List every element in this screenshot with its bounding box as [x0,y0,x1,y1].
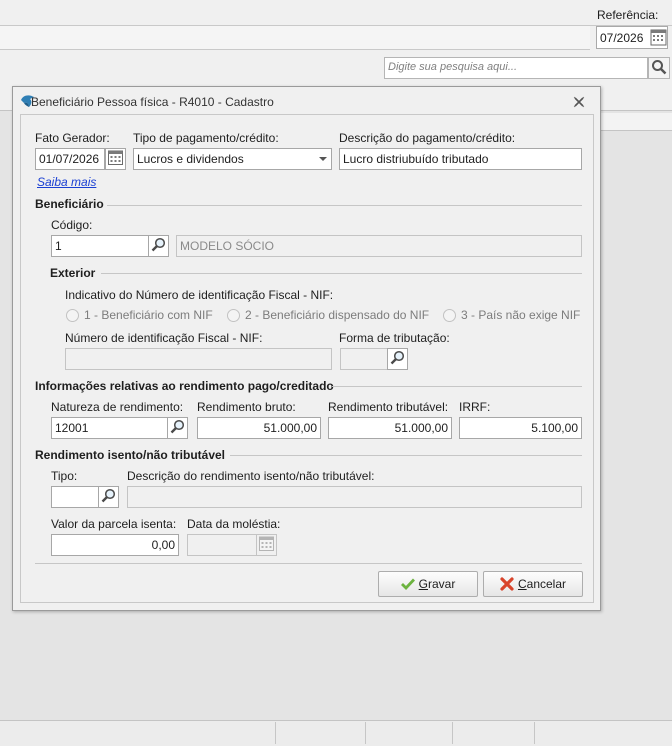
descricao-isento-label: Descrição do rendimento isento/não tribu… [127,469,375,483]
valor-parcela-label: Valor da parcela isenta: [51,517,177,531]
section-divider [332,386,582,387]
search-input[interactable]: Digite sua pesquisa aqui... [384,57,648,79]
natureza-field[interactable]: 12001 [51,417,168,439]
forma-tributacao-search-button[interactable] [387,348,408,370]
tipo-pagamento-select[interactable]: Lucros e dividendos [133,148,332,170]
fato-gerador-field[interactable]: 01/07/2026 [35,148,105,170]
magnifier-icon [101,488,116,506]
status-separator [534,722,535,744]
data-molestia-field [187,534,257,556]
rendimento-tributavel-field[interactable]: 51.000,00 [328,417,452,439]
nif-numero-label: Número de identificação Fiscal - NIF: [65,331,263,345]
magnifier-icon [151,237,166,255]
section-divider [107,205,582,206]
saiba-mais-link[interactable]: Saiba mais [37,175,96,189]
radio-nif-option-2-label: 2 - Beneficiário dispensado do NIF [245,308,430,322]
calendar-icon[interactable] [650,28,667,46]
codigo-label: Código: [51,218,93,232]
rendimento-section-title: Informações relativas ao rendimento pago… [35,379,334,393]
data-molestia-calendar-button [256,534,277,556]
radio-nif-option-2[interactable] [227,309,240,322]
check-icon [400,578,415,590]
irrf-field[interactable]: 5.100,00 [459,417,582,439]
cancel-x-icon [500,577,514,591]
natureza-search-button[interactable] [167,417,188,439]
forma-tributacao-label: Forma de tributação: [339,331,450,345]
app-header-strip [0,26,590,50]
nif-numero-field [65,348,332,370]
status-bar [0,720,672,746]
exterior-section-title: Exterior [50,266,96,280]
codigo-search-button[interactable] [148,235,169,257]
status-separator [275,722,276,744]
radio-nif-option-1-label: 1 - Beneficiário com NIF [84,308,213,322]
tipo-pagamento-value: Lucros e dividendos [137,152,244,166]
beneficiario-nome-field: MODELO SÓCIO [176,235,582,257]
magnifier-icon [651,59,667,78]
gravar-button[interactable]: Gravar [378,571,478,597]
calendar-button[interactable] [105,148,126,170]
radio-nif-option-1[interactable] [66,309,79,322]
isento-section-title: Rendimento isento/não tributável [35,448,226,462]
section-divider [230,455,582,456]
beneficiario-section-title: Beneficiário [35,197,104,211]
descricao-field[interactable]: Lucro distriubuído tributado [339,148,582,170]
app-panel-header [600,113,672,131]
fato-gerador-label: Fato Gerador: [35,131,110,145]
codigo-field[interactable]: 1 [51,235,149,257]
descricao-label: Descrição do pagamento/crédito: [339,131,516,145]
status-separator [365,722,366,744]
magnifier-icon [390,350,405,368]
rendimento-bruto-field[interactable]: 51.000,00 [197,417,321,439]
status-separator [452,722,453,744]
search-button[interactable] [648,57,670,79]
cancelar-label: Cancelar [517,577,567,591]
rendimento-tributavel-label: Rendimento tributável: [328,400,449,414]
calendar-icon [259,536,274,554]
irrf-label: IRRF: [459,400,491,414]
reference-label: Referência: [597,8,659,22]
app-top-bar [0,0,672,26]
section-divider [101,273,582,274]
tipo-search-button[interactable] [98,486,119,508]
tipo-pagamento-label: Tipo de pagamento/crédito: [133,131,279,145]
footer-divider [35,563,582,564]
rendimento-bruto-label: Rendimento bruto: [197,400,296,414]
natureza-label: Natureza de rendimento: [51,400,184,414]
calendar-icon [108,150,123,168]
nif-indicativo-label: Indicativo do Número de identificação Fi… [65,288,334,302]
tipo-label: Tipo: [51,469,78,483]
descricao-isento-field [127,486,582,508]
dialog-title: Beneficiário Pessoa física - R4010 - Cad… [31,95,274,109]
data-molestia-label: Data da moléstia: [187,517,281,531]
radio-nif-option-3-label: 3 - País não exige NIF [461,308,581,322]
tipo-field[interactable] [51,486,99,508]
cancelar-button[interactable]: Cancelar [483,571,583,597]
radio-nif-option-3[interactable] [443,309,456,322]
chevron-down-icon[interactable] [319,157,327,161]
magnifier-icon [170,419,185,437]
forma-tributacao-field [340,348,388,370]
valor-parcela-field[interactable]: 0,00 [51,534,179,556]
gravar-label: Gravar [418,577,456,591]
close-icon[interactable] [573,96,585,111]
